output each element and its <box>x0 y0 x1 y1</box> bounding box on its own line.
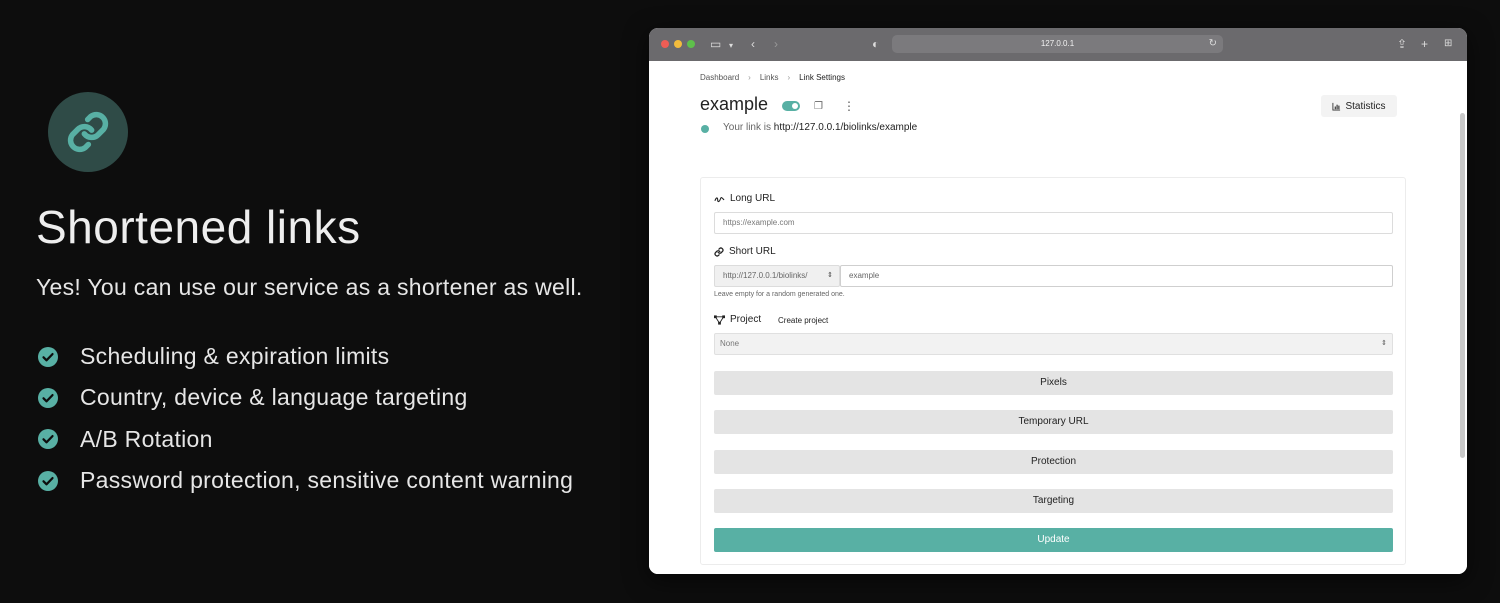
check-circle-icon <box>38 429 58 450</box>
chevron-right-icon: › <box>787 73 791 82</box>
breadcrumb-links[interactable]: Links <box>760 73 779 82</box>
breadcrumb-dashboard[interactable]: Dashboard <box>700 73 739 82</box>
update-button[interactable]: Update <box>714 528 1393 552</box>
chevron-right-icon: › <box>748 73 751 82</box>
browser-window: ▭ ▾ ‹ › ◐ 127.0.0.1 ↻ ⇪ + ⊞ Dashboard › … <box>649 28 1467 574</box>
promo-subtitle: Yes! You can use our service as a shorte… <box>36 274 583 300</box>
signature-icon <box>714 196 725 202</box>
status-indicator <box>701 125 709 133</box>
browser-titlebar: ▭ ▾ ‹ › ◐ 127.0.0.1 ↻ ⇪ + ⊞ <box>649 28 1467 61</box>
long-url-input[interactable]: https://example.com <box>714 212 1393 234</box>
back-icon[interactable]: ‹ <box>751 37 755 51</box>
check-circle-icon <box>38 387 58 408</box>
project-tree-icon <box>714 314 725 325</box>
link-icon <box>67 111 109 153</box>
sidebar-toggle-icon[interactable]: ▭ <box>710 37 721 51</box>
feature-text: A/B Rotation <box>80 425 213 452</box>
scrollbar[interactable] <box>1460 113 1465 458</box>
feature-text: Password protection, sensitive content w… <box>80 467 574 494</box>
statistics-label: Statistics <box>1345 100 1386 112</box>
share-icon[interactable]: ⇪ <box>1397 37 1407 51</box>
feature-text: Country, device & language targeting <box>80 384 468 411</box>
address-text: 127.0.0.1 <box>1040 39 1075 48</box>
zoom-window-button[interactable] <box>687 40 695 48</box>
link-prefix-text: Your link is <box>723 122 771 133</box>
link-info: Your link is http://127.0.0.1/biolinks/e… <box>723 122 917 133</box>
promo-logo <box>48 92 128 172</box>
forward-icon[interactable]: › <box>774 37 778 51</box>
feature-text: Scheduling & expiration limits <box>80 343 390 370</box>
tab-overview-icon[interactable]: ⊞ <box>1444 37 1452 51</box>
link-url[interactable]: http://127.0.0.1/biolinks/example <box>774 122 917 133</box>
select-caret-icon: ⇕ <box>827 272 833 279</box>
statistics-button[interactable]: Statistics <box>1321 95 1397 117</box>
minimize-window-button[interactable] <box>674 40 682 48</box>
promo-panel: Shortened links Yes! You can use our ser… <box>0 0 600 603</box>
create-project-link[interactable]: Create project <box>778 316 828 325</box>
feature-item: Country, device & language targeting <box>38 377 573 418</box>
breadcrumb-current: Link Settings <box>799 73 845 82</box>
feature-item: Scheduling & expiration limits <box>38 336 573 377</box>
feature-item: A/B Rotation <box>38 419 573 460</box>
short-url-help: Leave empty for a random generated one. <box>714 291 845 298</box>
link-icon <box>714 246 724 257</box>
protection-section-button[interactable]: Protection <box>714 450 1393 474</box>
targeting-section-button[interactable]: Targeting <box>714 489 1393 513</box>
pixels-section-button[interactable]: Pixels <box>714 371 1393 395</box>
page-viewport: Dashboard › Links › Link Settings exampl… <box>649 61 1467 574</box>
feature-list: Scheduling & expiration limits Country, … <box>38 336 573 501</box>
address-bar[interactable]: 127.0.0.1 ↻ <box>892 35 1223 53</box>
close-window-button[interactable] <box>661 40 669 48</box>
chevron-down-icon[interactable]: ▾ <box>729 39 733 53</box>
short-url-alias-input[interactable]: example <box>840 265 1393 287</box>
new-tab-icon[interactable]: + <box>1421 37 1428 51</box>
short-url-domain-select[interactable]: http://127.0.0.1/biolinks/ ⇕ <box>714 265 840 287</box>
toggle-knob <box>792 103 798 109</box>
copy-icon[interactable]: ❐ <box>814 101 823 112</box>
breadcrumb: Dashboard › Links › Link Settings <box>700 73 845 82</box>
long-url-label: Long URL <box>714 193 775 204</box>
project-label: Project <box>714 314 761 325</box>
page-title: example <box>700 94 769 114</box>
link-enabled-toggle[interactable] <box>782 101 800 111</box>
feature-item: Password protection, sensitive content w… <box>38 460 573 501</box>
link-settings-form: Long URL https://example.com Short URL h… <box>700 177 1406 565</box>
select-caret-icon: ⇕ <box>1381 340 1387 347</box>
temporary-url-section-button[interactable]: Temporary URL <box>714 410 1393 434</box>
check-circle-icon <box>38 346 58 367</box>
check-circle-icon <box>38 470 58 491</box>
project-select[interactable]: None ⇕ <box>714 333 1393 355</box>
short-url-label: Short URL <box>714 246 776 257</box>
promo-title: Shortened links <box>36 201 361 253</box>
privacy-shield-icon: ◐ <box>872 37 880 51</box>
bar-chart-icon <box>1332 102 1341 111</box>
reload-icon[interactable]: ↻ <box>1209 35 1217 53</box>
more-options-icon[interactable]: ⋮ <box>843 99 855 113</box>
